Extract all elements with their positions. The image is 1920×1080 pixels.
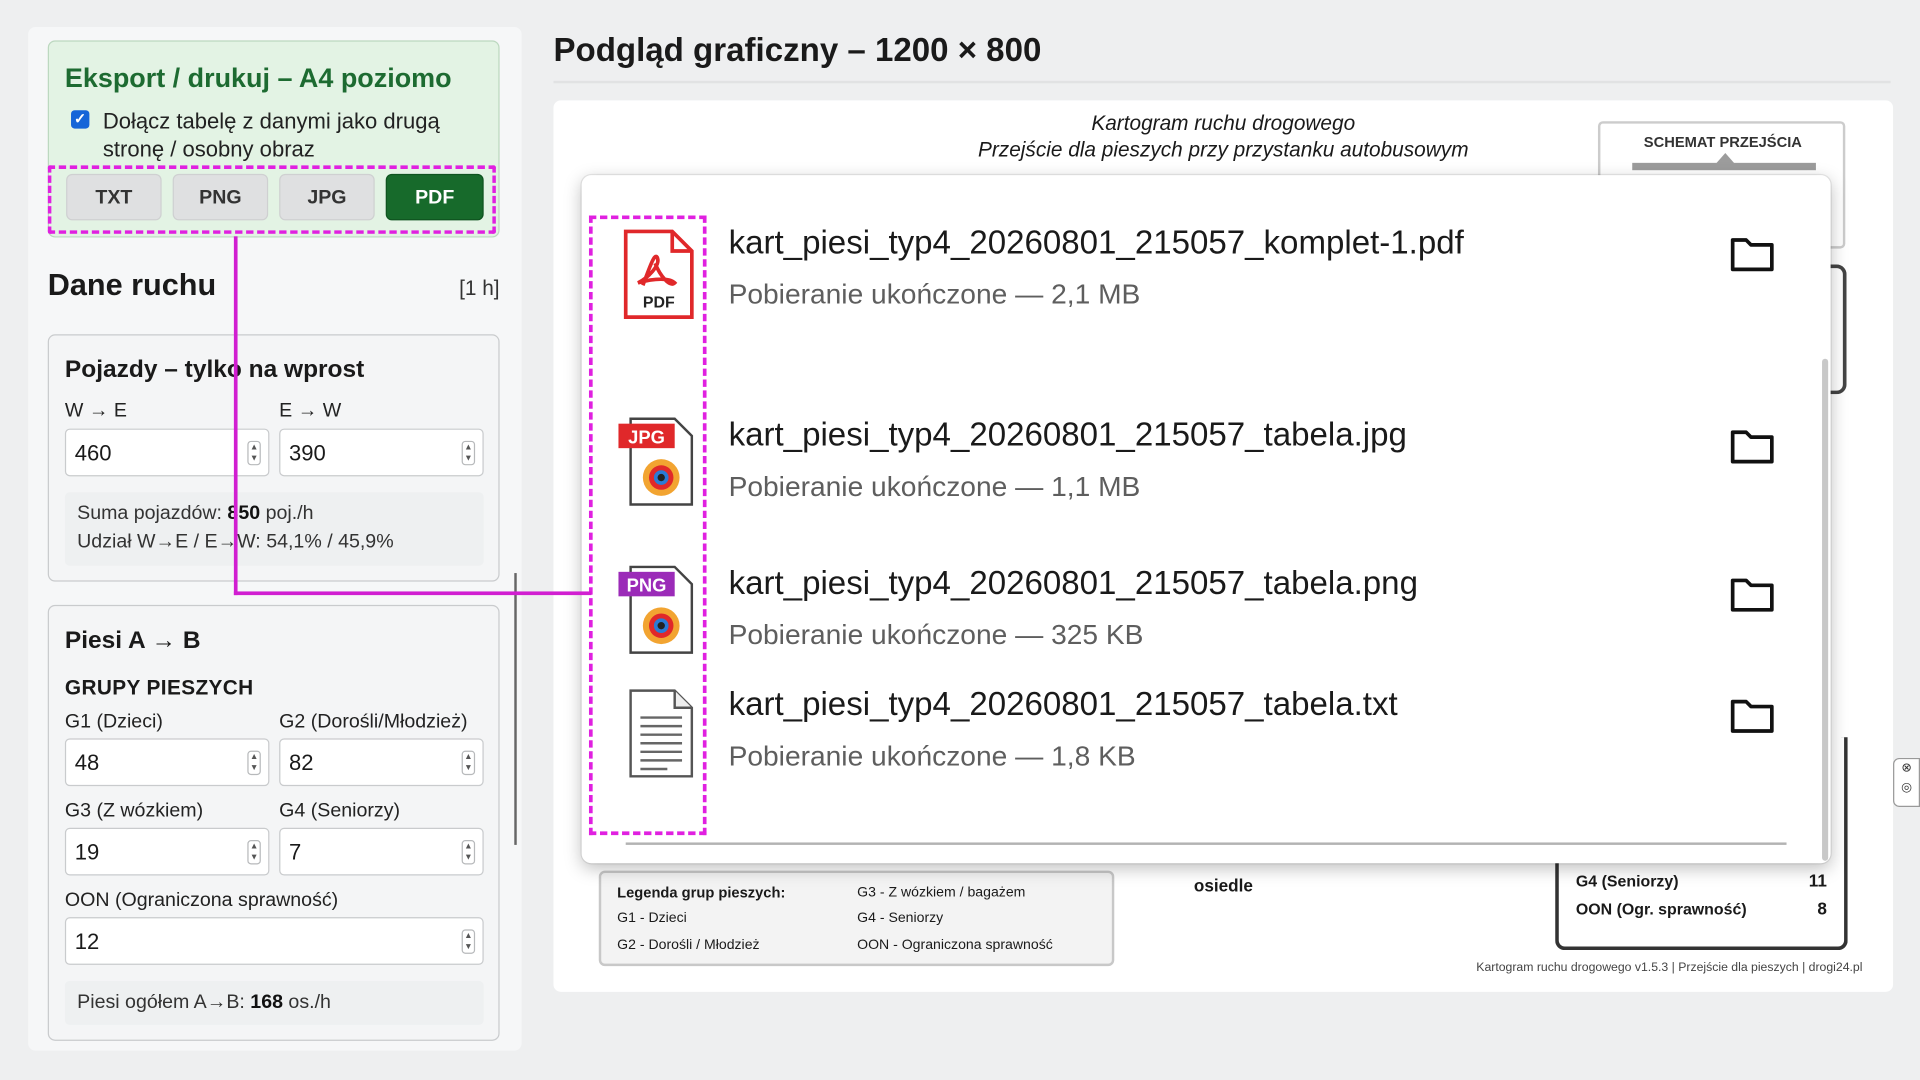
map-label-osiedle: osiedle [1193, 875, 1253, 896]
g3-input[interactable]: 19 ▲ ▼ [64, 827, 270, 876]
g2-label: G2 (Dorośli/Młodzież) [279, 711, 468, 733]
total-prefix: Piesi ogółem A→B: [77, 991, 251, 1013]
g2-input[interactable]: 82 ▲ ▼ [279, 738, 484, 787]
include-table-checkbox[interactable]: ✓ [71, 110, 90, 129]
g4-spinner[interactable]: ▲ ▼ [461, 840, 476, 865]
pedestrians-summary: Piesi ogółem A→B: 168 os./h [64, 980, 484, 1025]
callout-line-horizontal [233, 591, 592, 596]
g4-label: G4 (Seniorzy) [279, 800, 401, 822]
format-buttons-highlight [47, 165, 496, 234]
download-status: Pobieranie ukończone — 325 KB [728, 618, 1144, 651]
pedestrians-card: Piesi A → B GRUPY PIESZYCH G1 (Dzieci) G… [47, 604, 500, 1041]
oon-input[interactable]: 12 ▲ ▼ [64, 917, 484, 965]
oon-row-label: OON (Ogr. sprawność) [1575, 900, 1747, 919]
downloads-popup: PDF kart_piesi_typ4_20260801_215057_komp… [581, 175, 1831, 864]
we-value: 460 [74, 440, 112, 466]
g4-row-label: G4 (Seniorzy) [1575, 871, 1679, 891]
g4-value: 7 [288, 840, 302, 865]
download-item[interactable]: PNG kart_piesi_typ4_20260801_215057_tabe… [582, 564, 1831, 699]
pedestrians-title: Piesi A → B [64, 626, 201, 654]
ew-label: E → W [279, 400, 342, 422]
download-status: Pobieranie ukończone — 1,1 MB [728, 470, 1141, 503]
export-title: Eksport / drukuj – A4 poziomo [64, 62, 452, 94]
traffic-unit: [1 h] [459, 276, 500, 301]
ew-input[interactable]: 390 ▲ ▼ [279, 428, 484, 477]
legend: Legenda grup pieszych: G1 - Dzieci G2 - … [598, 870, 1115, 967]
vehicles-summary: Suma pojazdów: 850 poj./h Udział W→E / E… [64, 492, 484, 566]
folder-icon[interactable] [1729, 696, 1776, 735]
sum-suffix: poj./h [260, 503, 314, 525]
total-suffix: os./h [282, 991, 331, 1013]
sum-prefix: Suma pojazdów: [77, 503, 228, 525]
file-icons-highlight [588, 215, 707, 836]
we-label: W → E [64, 400, 127, 422]
folder-icon[interactable] [1729, 234, 1776, 273]
we-input[interactable]: 460 ▲ ▼ [64, 428, 270, 477]
g2-spinner[interactable]: ▲ ▼ [461, 750, 476, 776]
legend-g1: G1 - Dzieci [617, 911, 687, 926]
groups-heading: GRUPY PIESZYCH [64, 675, 254, 700]
g4-row-value: 11 [1808, 870, 1827, 891]
download-status: Pobieranie ukończone — 1,8 KB [728, 739, 1136, 772]
vehicles-title: Pojazdy – tylko na wprost [64, 356, 365, 384]
record-icon[interactable]: ◎ [1894, 779, 1918, 799]
sum-value: 850 [227, 503, 261, 525]
ew-spinner[interactable]: ▲ ▼ [461, 440, 476, 466]
divider [553, 80, 1891, 84]
folder-icon[interactable] [1729, 574, 1776, 613]
download-filename[interactable]: kart_piesi_typ4_20260801_215057_tabela.t… [729, 686, 1398, 724]
g1-label: G1 (Dzieci) [64, 711, 163, 733]
side-toolbar[interactable]: ⊗ ◎ [1893, 757, 1920, 807]
legend-g2: G2 - Dorośli / Młodzież [617, 937, 760, 953]
canvas-footer: Kartogram ruchu drogowego v1.5.3 | Przej… [1476, 961, 1863, 975]
oon-spinner[interactable]: ▲ ▼ [461, 929, 476, 954]
download-filename[interactable]: kart_piesi_typ4_20260801_215057_tabela.p… [729, 564, 1418, 602]
we-spinner[interactable]: ▲ ▼ [247, 440, 261, 466]
callout-line-vertical [233, 236, 238, 596]
oon-value: 12 [74, 929, 100, 954]
legend-title: Legenda grup pieszych: [617, 884, 786, 902]
download-item[interactable]: PDF kart_piesi_typ4_20260801_215057_komp… [582, 224, 1831, 359]
download-filename[interactable]: kart_piesi_typ4_20260801_215057_komplet-… [729, 224, 1464, 262]
schema-label: SCHEMAT PRZEJŚCIA [1643, 133, 1802, 151]
close-icon[interactable]: ⊗ [1894, 759, 1918, 779]
oon-row-value: 8 [1817, 898, 1827, 919]
settings-panel: Eksport / drukuj – A4 poziomo ✓ Dołącz t… [28, 26, 522, 1051]
share-text: Udział W→E / E→W: 54,1% / 45,9% [77, 531, 394, 553]
g1-value: 48 [74, 750, 100, 776]
total-value: 168 [250, 991, 283, 1013]
ew-value: 390 [288, 440, 326, 466]
schema-road [1632, 162, 1816, 171]
preview-title: Podgląd graficzny – 1200 × 800 [553, 31, 1042, 69]
download-item[interactable]: JPG kart_piesi_typ4_20260801_215057_tabe… [582, 416, 1831, 551]
vehicles-card: Pojazdy – tylko na wprost W → E E → W 46… [47, 334, 500, 582]
folder-icon[interactable] [1729, 426, 1776, 465]
popup-scrollbar[interactable] [1822, 358, 1829, 861]
g4-input[interactable]: 7 ▲ ▼ [279, 827, 484, 876]
panel-scrollbar[interactable] [514, 573, 517, 845]
g3-value: 19 [74, 840, 100, 865]
legend-g4: G4 - Seniorzy [857, 911, 944, 926]
popup-divider [625, 842, 1787, 845]
download-item[interactable]: kart_piesi_typ4_20260801_215057_tabela.t… [582, 686, 1831, 821]
legend-oon: OON - Ograniczona sprawność [857, 937, 1053, 953]
download-filename[interactable]: kart_piesi_typ4_20260801_215057_tabela.j… [729, 416, 1407, 454]
g1-spinner[interactable]: ▲ ▼ [247, 750, 261, 776]
g2-value: 82 [288, 750, 314, 776]
g3-spinner[interactable]: ▲ ▼ [247, 840, 261, 865]
legend-g3: G3 - Z wózkiem / bagażem [857, 885, 1026, 901]
g1-input[interactable]: 48 ▲ ▼ [64, 738, 270, 787]
include-table-label[interactable]: Dołącz tabelę z danymi jako drugą stronę… [103, 108, 470, 164]
oon-label: OON (Ograniczona sprawność) [64, 890, 339, 912]
download-status: Pobieranie ukończone — 2,1 MB [728, 277, 1141, 310]
traffic-data-title: Dane ruchu [47, 268, 217, 303]
g3-label: G3 (Z wózkiem) [64, 800, 204, 822]
